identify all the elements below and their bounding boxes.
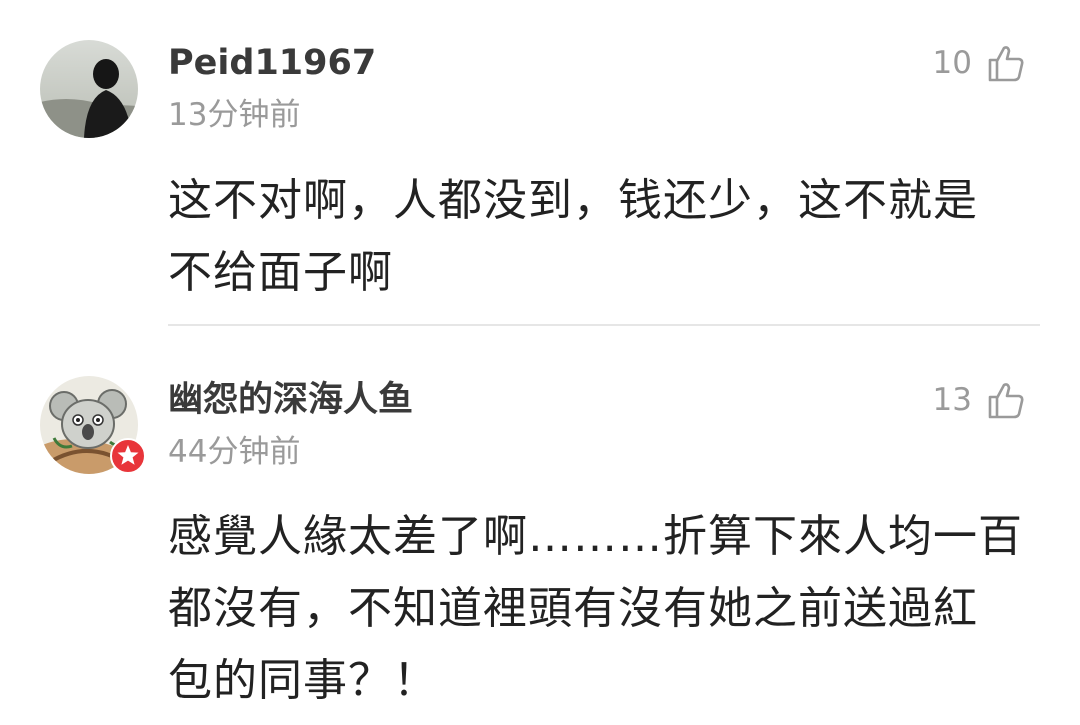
comment-item: Peid11967 13分钟前 10 这不对啊，人都没到，钱还少，这不就是 不给…	[0, 0, 1080, 325]
avatar[interactable]	[40, 40, 138, 138]
username[interactable]: 幽怨的深海人鱼	[168, 383, 413, 418]
thumbs-up-icon	[988, 46, 1024, 82]
comment-text-line: 都沒有，不知道裡頭有沒有她之前送過紅	[168, 583, 978, 634]
like-count: 10	[932, 44, 972, 81]
comment-text-line: 不给面子啊	[168, 247, 393, 298]
comment-text: 这不对啊，人都没到，钱还少，这不就是 不给面子啊	[168, 165, 1028, 309]
comment-text-line: 包的同事？！	[168, 655, 438, 706]
comment-text-line: 感覺人緣太差了啊………折算下來人均一百	[168, 511, 1023, 562]
like-count: 13	[932, 381, 972, 418]
comment-item: 幽怨的深海人鱼 44分钟前 13 感覺人緣太差了啊………折算下來人均一百 都沒有…	[0, 326, 1080, 725]
comment-text-line: 这不对啊，人都没到，钱还少，这不就是	[168, 175, 978, 226]
thumbs-up-icon	[988, 383, 1024, 419]
timestamp: 13分钟前	[168, 97, 301, 133]
avatar[interactable]	[40, 376, 146, 474]
username[interactable]: Peid11967	[168, 46, 376, 81]
comment-text: 感覺人緣太差了啊………折算下來人均一百 都沒有，不知道裡頭有沒有她之前送過紅 包…	[168, 501, 1028, 717]
like-button[interactable]: 10	[933, 43, 1026, 83]
like-button[interactable]: 13	[933, 380, 1026, 420]
silhouette-avatar-icon	[40, 40, 138, 138]
star-badge-icon	[110, 438, 146, 474]
timestamp: 44分钟前	[168, 434, 301, 470]
